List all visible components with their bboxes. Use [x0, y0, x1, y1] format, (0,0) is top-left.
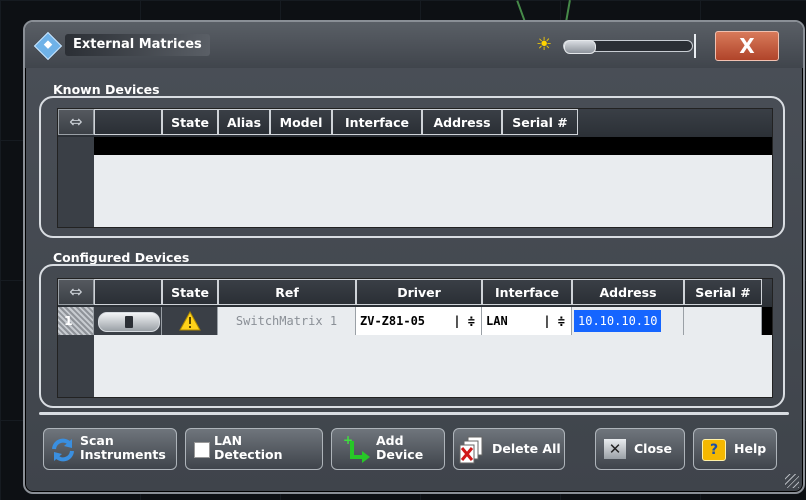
state-cell — [162, 307, 218, 335]
transparency-slider[interactable] — [563, 40, 693, 54]
column-header[interactable]: Serial # — [684, 279, 762, 305]
lan-label-line1: LAN — [214, 433, 243, 448]
refresh-icon — [52, 438, 74, 462]
column-header[interactable]: Interface — [332, 109, 422, 135]
slider-separator — [694, 34, 696, 58]
dialog-titlebar[interactable]: External Matrices ☀ X — [25, 22, 803, 68]
known-devices-label: Known Devices — [53, 82, 160, 97]
address-cell[interactable]: 10.10.10.10 — [572, 307, 684, 335]
address-value[interactable]: 10.10.10.10 — [574, 310, 662, 332]
toggle-indicator-icon — [125, 316, 133, 328]
column-header[interactable]: Model — [270, 109, 332, 135]
scan-label-line1: Scan — [80, 433, 114, 448]
known-devices-table: ⇔ State Alias Model Interface Address Se… — [57, 108, 773, 228]
dialog-close-button[interactable]: X — [715, 31, 779, 61]
header-blank — [94, 279, 162, 305]
lan-label-line2: Detection — [214, 447, 283, 462]
add-device-button[interactable]: + Add Device — [331, 428, 445, 470]
column-header[interactable]: State — [162, 279, 218, 305]
delete-all-button[interactable]: Delete All — [453, 428, 565, 470]
configured-devices-table: ⇔ State Ref Driver Interface Address Ser… — [57, 278, 773, 398]
lan-detection-button[interactable]: LAN Detection — [185, 428, 323, 470]
external-matrices-dialog: External Matrices ☀ X Known Devices ⇔ St… — [23, 20, 805, 494]
delete-all-label: Delete All — [492, 441, 561, 456]
dialog-title: External Matrices — [65, 34, 210, 56]
brightness-icon: ☀ — [536, 34, 553, 55]
column-header[interactable]: Address — [572, 279, 684, 305]
scan-label-line2: Instruments — [80, 447, 166, 462]
configured-devices-body[interactable] — [94, 335, 772, 397]
ref-cell[interactable]: SwitchMatrix 1 — [218, 307, 356, 335]
column-resize-icon[interactable]: ⇔ — [58, 109, 94, 135]
slider-thumb[interactable] — [564, 40, 596, 54]
bottom-divider — [39, 412, 789, 415]
interface-value: LAN — [486, 314, 508, 328]
column-header[interactable]: State — [162, 109, 218, 135]
help-icon: ? — [702, 439, 726, 461]
column-header[interactable]: Interface — [482, 279, 572, 305]
checkbox-icon[interactable] — [194, 442, 210, 458]
column-resize-icon[interactable]: ⇔ — [58, 279, 94, 305]
scan-instruments-button[interactable]: Scan Instruments — [43, 428, 177, 470]
column-header[interactable]: Driver — [356, 279, 482, 305]
enable-toggle[interactable] — [98, 312, 160, 332]
spin-arrows-icon[interactable]: | ≑ — [453, 307, 475, 335]
close-button[interactable]: ✕ Close — [595, 428, 685, 470]
row-number[interactable]: 1 — [58, 307, 94, 335]
column-header[interactable]: Alias — [218, 109, 270, 135]
configured-devices-label: Configured Devices — [53, 250, 190, 265]
table-row[interactable]: 1 SwitchMatrix 1 ZV-Z81-05 | ≑ LAN | ≑ 1… — [58, 307, 772, 335]
help-label: Help — [734, 441, 767, 456]
warning-icon — [178, 310, 201, 331]
help-button[interactable]: ? Help — [693, 428, 777, 470]
delete-documents-icon — [459, 436, 483, 464]
close-x-icon: ✕ — [604, 439, 626, 459]
column-header[interactable]: Address — [422, 109, 502, 135]
driver-select[interactable]: ZV-Z81-05 | ≑ — [356, 307, 482, 335]
column-header[interactable]: Ref — [218, 279, 356, 305]
header-blank — [94, 109, 162, 135]
known-devices-body[interactable] — [94, 155, 772, 227]
serial-cell[interactable] — [684, 307, 762, 335]
close-label: Close — [634, 441, 672, 456]
row-header-column — [58, 137, 94, 227]
spin-arrows-icon[interactable]: | ≑ — [543, 307, 565, 335]
column-header[interactable]: Serial # — [502, 109, 578, 135]
add-label-line1: Add — [376, 433, 404, 448]
resize-grip[interactable] — [785, 474, 799, 488]
toggle-cell[interactable] — [94, 307, 162, 335]
add-arrow-icon: + — [343, 433, 370, 463]
add-label-line2: Device — [376, 447, 424, 462]
driver-value: ZV-Z81-05 — [360, 314, 426, 328]
app-diamond-icon — [33, 31, 63, 61]
interface-select[interactable]: LAN | ≑ — [482, 307, 572, 335]
